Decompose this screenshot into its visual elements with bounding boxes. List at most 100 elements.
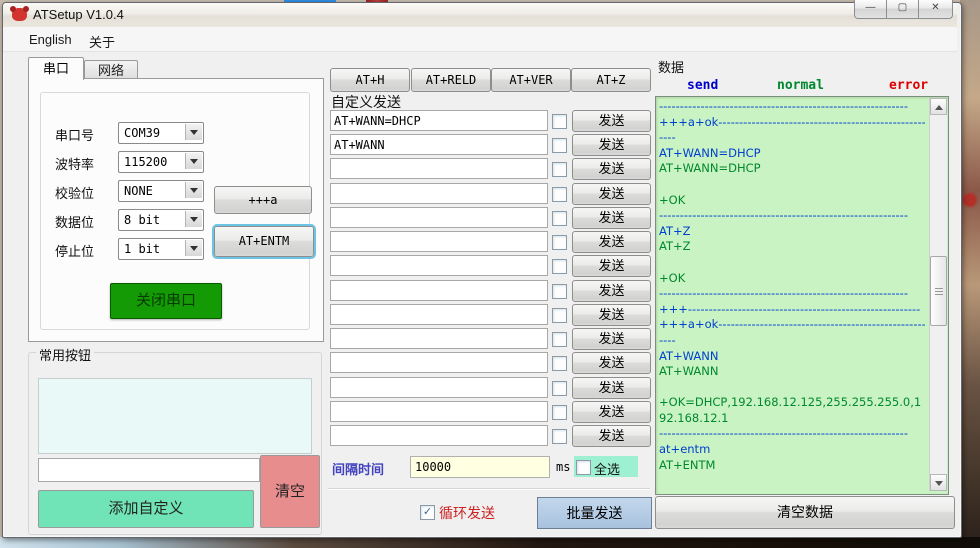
send-button[interactable]: 发送 bbox=[572, 134, 651, 156]
row-checkbox[interactable] bbox=[552, 235, 567, 250]
log-line: AT+WANN bbox=[659, 364, 925, 380]
custom-command-input[interactable] bbox=[330, 134, 548, 155]
send-button[interactable]: 发送 bbox=[572, 352, 651, 374]
scroll-up-icon[interactable] bbox=[930, 98, 947, 115]
interval-input[interactable] bbox=[410, 456, 550, 478]
row-checkbox[interactable] bbox=[552, 284, 567, 299]
select-all-checkbox[interactable] bbox=[576, 460, 591, 475]
send-button[interactable]: 发送 bbox=[572, 304, 651, 326]
send-button[interactable]: 发送 bbox=[572, 401, 651, 423]
log-line: ---- bbox=[659, 333, 925, 349]
send-button[interactable]: 发送 bbox=[572, 110, 651, 132]
row-checkbox[interactable] bbox=[552, 138, 567, 153]
scroll-down-icon[interactable] bbox=[930, 474, 947, 491]
new-command-input[interactable] bbox=[38, 458, 260, 482]
log-line: ---- bbox=[659, 130, 925, 146]
row-checkbox[interactable] bbox=[552, 429, 567, 444]
send-button[interactable]: 发送 bbox=[572, 207, 651, 229]
at-entm-button[interactable]: AT+ENTM bbox=[214, 226, 314, 257]
custom-command-input[interactable] bbox=[330, 231, 548, 252]
send-button[interactable]: 发送 bbox=[572, 158, 651, 180]
batch-send-button[interactable]: 批量发送 bbox=[537, 497, 652, 529]
send-button[interactable]: 发送 bbox=[572, 255, 651, 277]
field-dropdown[interactable]: 115200 bbox=[118, 151, 204, 173]
chevron-down-icon[interactable] bbox=[185, 211, 202, 227]
quick-at-button[interactable]: AT+Z bbox=[571, 68, 651, 92]
row-checkbox[interactable] bbox=[552, 405, 567, 420]
custom-command-input[interactable] bbox=[330, 280, 548, 301]
row-checkbox[interactable] bbox=[552, 332, 567, 347]
quick-at-button[interactable]: AT+RELD bbox=[411, 68, 491, 92]
close-button[interactable]: ✕ bbox=[918, 0, 953, 19]
field-dropdown[interactable]: NONE bbox=[118, 180, 204, 202]
field-dropdown[interactable]: 1 bit bbox=[118, 238, 204, 260]
chevron-down-icon[interactable] bbox=[185, 240, 202, 256]
field-dropdown[interactable]: COM39 bbox=[118, 122, 204, 144]
custom-send-row: 发送 bbox=[330, 280, 650, 302]
chevron-down-icon[interactable] bbox=[185, 153, 202, 169]
tab-serial[interactable]: 串口 bbox=[28, 57, 84, 80]
custom-command-input[interactable] bbox=[330, 158, 548, 179]
log-scrollbar[interactable] bbox=[929, 98, 947, 491]
log-line: AT+WANN=DHCP bbox=[659, 161, 925, 177]
close-serial-button[interactable]: 关闭串口 bbox=[110, 283, 222, 319]
custom-command-input[interactable] bbox=[330, 110, 548, 131]
maximize-button[interactable]: ▢ bbox=[886, 0, 919, 19]
row-checkbox[interactable] bbox=[552, 114, 567, 129]
plus-a-button[interactable]: +++a bbox=[214, 186, 312, 214]
send-button[interactable]: 发送 bbox=[572, 183, 651, 205]
scrollbar-thumb[interactable] bbox=[930, 256, 947, 326]
chevron-down-icon[interactable] bbox=[185, 124, 202, 140]
row-checkbox[interactable] bbox=[552, 211, 567, 226]
row-checkbox[interactable] bbox=[552, 259, 567, 274]
common-buttons-list[interactable] bbox=[38, 378, 312, 454]
titlebar[interactable] bbox=[3, 3, 957, 27]
quick-at-button[interactable]: AT+VER bbox=[491, 68, 571, 92]
field-dropdown[interactable]: 8 bit bbox=[118, 209, 204, 231]
custom-command-input[interactable] bbox=[330, 304, 548, 325]
menu-about[interactable]: 关于 bbox=[85, 31, 119, 52]
minimize-button[interactable]: — bbox=[854, 0, 887, 19]
send-button[interactable]: 发送 bbox=[572, 231, 651, 253]
data-log[interactable]: ----------------------------------------… bbox=[659, 99, 925, 490]
row-checkbox[interactable] bbox=[552, 162, 567, 177]
dropdown-value: 115200 bbox=[124, 155, 167, 169]
custom-command-input[interactable] bbox=[330, 352, 548, 373]
row-checkbox[interactable] bbox=[552, 187, 567, 202]
field-label: 数据位 bbox=[55, 212, 94, 231]
custom-send-row: 发送 bbox=[330, 425, 650, 447]
row-checkbox[interactable] bbox=[552, 356, 567, 371]
dropdown-value: 8 bit bbox=[124, 213, 160, 227]
dropdown-value: COM39 bbox=[124, 126, 160, 140]
desktop-background-bottom bbox=[0, 537, 980, 548]
add-custom-button[interactable]: 添加自定义 bbox=[38, 490, 254, 528]
custom-command-input[interactable] bbox=[330, 425, 548, 446]
log-line: AT+Z bbox=[659, 239, 925, 255]
data-log-box[interactable]: ----------------------------------------… bbox=[655, 96, 949, 495]
send-button[interactable]: 发送 bbox=[572, 425, 651, 447]
chevron-down-icon[interactable] bbox=[185, 182, 202, 198]
menu-english[interactable]: English bbox=[25, 31, 76, 48]
send-button[interactable]: 发送 bbox=[572, 280, 651, 302]
log-line: +OK bbox=[659, 271, 925, 287]
custom-send-row: 发送 bbox=[330, 231, 650, 253]
custom-command-input[interactable] bbox=[330, 207, 548, 228]
legend-normal: normal bbox=[777, 78, 824, 93]
row-checkbox[interactable] bbox=[552, 381, 567, 396]
loop-send-checkbox[interactable]: ✓ bbox=[420, 505, 435, 520]
clear-data-button[interactable]: 清空数据 bbox=[655, 496, 955, 529]
field-label: 停止位 bbox=[55, 241, 94, 260]
row-checkbox[interactable] bbox=[552, 308, 567, 323]
window-controls: — ▢ ✕ bbox=[855, 0, 953, 19]
custom-command-input[interactable] bbox=[330, 255, 548, 276]
tab-network[interactable]: 网络 bbox=[84, 60, 138, 80]
send-button[interactable]: 发送 bbox=[572, 377, 651, 399]
send-button[interactable]: 发送 bbox=[572, 328, 651, 350]
custom-command-input[interactable] bbox=[330, 183, 548, 204]
custom-command-input[interactable] bbox=[330, 401, 548, 422]
custom-send-row: 发送 bbox=[330, 328, 650, 350]
custom-command-input[interactable] bbox=[330, 328, 548, 349]
quick-at-button[interactable]: AT+H bbox=[330, 68, 410, 92]
custom-command-input[interactable] bbox=[330, 377, 548, 398]
clear-list-button[interactable]: 清空 bbox=[260, 455, 320, 528]
